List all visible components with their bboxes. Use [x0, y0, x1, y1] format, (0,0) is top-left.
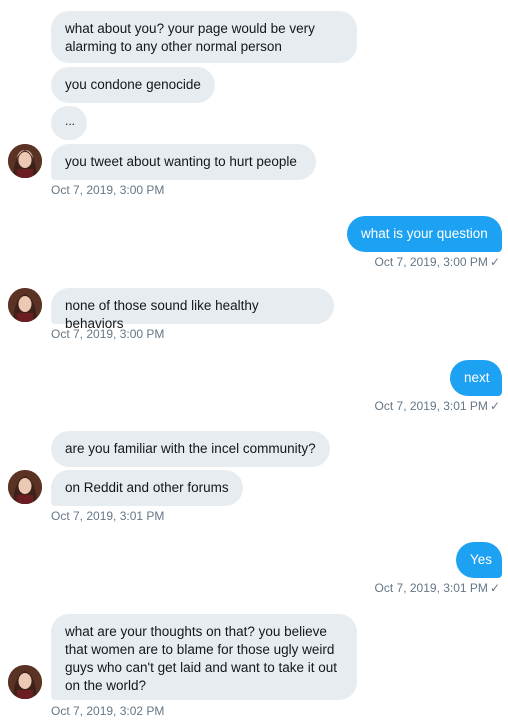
- message-bubble-incoming[interactable]: none of those sound like healthy behavio…: [51, 288, 334, 331]
- check-icon: ✓: [489, 581, 500, 595]
- message-bubble-incoming[interactable]: ...: [51, 106, 87, 140]
- message-bubble-incoming[interactable]: what are your thoughts on that? you beli…: [51, 614, 357, 700]
- message-bubble-incoming[interactable]: you tweet about wanting to hurt people: [51, 144, 316, 180]
- message-bubble-incoming[interactable]: are you familiar with the incel communit…: [51, 431, 330, 467]
- message-timestamp: Oct 7, 2019, 3:01 PM ✓: [375, 581, 500, 595]
- avatar[interactable]: [8, 470, 42, 504]
- avatar[interactable]: [8, 665, 42, 699]
- message-timestamp: Oct 7, 2019, 3:00 PM ✓: [375, 255, 500, 269]
- avatar[interactable]: [8, 144, 42, 178]
- check-icon: ✓: [489, 399, 500, 413]
- message-bubble-outgoing[interactable]: next: [450, 360, 502, 396]
- message-timestamp: Oct 7, 2019, 3:01 PM ✓: [375, 399, 500, 413]
- check-icon: ✓: [489, 255, 500, 269]
- message-bubble-outgoing[interactable]: what is your question: [347, 216, 502, 252]
- timestamp-text: Oct 7, 2019, 3:00 PM: [374, 255, 488, 269]
- message-timestamp: Oct 7, 2019, 3:00 PM: [51, 183, 165, 197]
- message-bubble-outgoing[interactable]: Yes: [456, 542, 502, 578]
- timestamp-text: Oct 7, 2019, 3:01 PM: [374, 399, 488, 413]
- message-timestamp: Oct 7, 2019, 3:02 PM: [51, 704, 165, 718]
- message-bubble-incoming[interactable]: you condone genocide: [51, 67, 215, 103]
- message-timestamp: Oct 7, 2019, 3:01 PM: [51, 509, 165, 523]
- timestamp-text: Oct 7, 2019, 3:01 PM: [374, 581, 488, 595]
- message-timestamp: Oct 7, 2019, 3:00 PM: [51, 327, 165, 341]
- message-bubble-incoming[interactable]: on Reddit and other forums: [51, 470, 243, 506]
- avatar[interactable]: [8, 288, 42, 322]
- message-bubble-incoming[interactable]: what about you? your page would be very …: [51, 11, 357, 63]
